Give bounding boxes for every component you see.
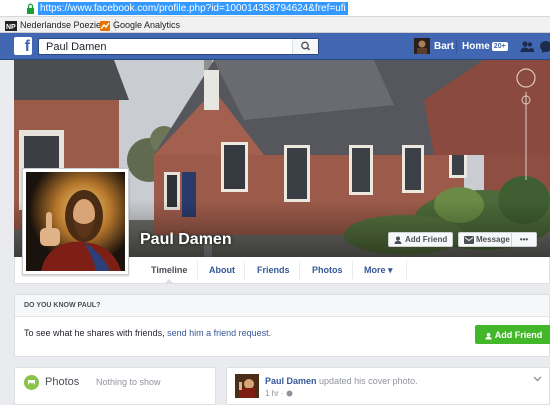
photos-icon bbox=[24, 375, 39, 390]
chevron-down-icon[interactable] bbox=[533, 376, 542, 382]
add-friend-icon bbox=[394, 236, 402, 244]
divider bbox=[352, 261, 353, 279]
friend-requests-icon[interactable] bbox=[520, 40, 534, 53]
bookmark-label: Nederlandse Poezie S bbox=[20, 20, 110, 30]
profile-name: Paul Damen bbox=[140, 231, 232, 248]
tab-timeline[interactable]: Timeline bbox=[151, 257, 187, 284]
avatar bbox=[414, 38, 430, 55]
bookmark-npp[interactable]: NP Nederlandse Poezie S bbox=[5, 19, 116, 31]
add-friend-green-label: Add Friend bbox=[494, 330, 543, 340]
photos-box: Photos Nothing to show bbox=[14, 367, 216, 405]
timeline-post: Paul Damen updated his cover photo. 1 hr… bbox=[226, 367, 550, 405]
prompt-text: To see what he shares with friends, bbox=[24, 328, 165, 338]
bookmarks-bar: NP Nederlandse Poezie S Google Analytics bbox=[0, 17, 550, 33]
divider bbox=[456, 40, 457, 54]
globe-icon bbox=[286, 390, 293, 397]
add-friend-green-button[interactable]: Add Friend bbox=[475, 325, 550, 344]
divider bbox=[197, 261, 198, 279]
tab-more[interactable]: More ▾ bbox=[364, 257, 393, 283]
add-friend-label: Add Friend bbox=[405, 235, 448, 244]
tab-friends[interactable]: Friends bbox=[257, 257, 290, 283]
facebook-top-bar: f Bart Home20+ bbox=[0, 33, 550, 60]
home-link[interactable]: Home 20+ bbox=[462, 38, 508, 55]
post-action: updated his cover photo. bbox=[319, 376, 418, 386]
search-input[interactable] bbox=[39, 39, 294, 54]
do-you-know-box: DO YOU KNOW PAUL? To see what he shares … bbox=[14, 294, 550, 357]
tab-photos[interactable]: Photos bbox=[312, 257, 343, 283]
add-friend-button[interactable]: Add Friend bbox=[388, 232, 454, 247]
messages-icon[interactable] bbox=[539, 40, 550, 53]
home-label: Home bbox=[462, 41, 490, 52]
do-you-know-heading: DO YOU KNOW PAUL? bbox=[15, 295, 549, 317]
divider bbox=[299, 261, 300, 279]
bookmark-analytics[interactable]: Google Analytics bbox=[100, 19, 180, 31]
friend-request-prompt: To see what he shares with friends, send… bbox=[24, 328, 271, 338]
more-options-button[interactable]: ••• bbox=[511, 232, 537, 247]
post-author[interactable]: Paul Damen bbox=[265, 376, 317, 386]
photos-subtitle: Nothing to show bbox=[96, 377, 161, 387]
home-badge: 20+ bbox=[491, 41, 508, 51]
profile-picture[interactable] bbox=[22, 168, 129, 275]
message-icon bbox=[464, 235, 474, 244]
search-box[interactable] bbox=[38, 38, 319, 55]
post-headline: Paul Damen updated his cover photo. bbox=[265, 376, 418, 386]
bookmark-label: Google Analytics bbox=[113, 20, 181, 30]
address-bar[interactable]: https://www.facebook.com/profile.php?id=… bbox=[0, 0, 550, 17]
add-friend-icon bbox=[485, 332, 492, 340]
search-button[interactable] bbox=[292, 39, 318, 54]
npp-icon: NP bbox=[5, 20, 17, 31]
search-icon bbox=[301, 41, 310, 51]
facebook-logo[interactable]: f bbox=[14, 37, 32, 55]
url-text[interactable]: https://www.facebook.com/profile.php?id=… bbox=[38, 2, 348, 15]
message-label: Message bbox=[476, 235, 510, 244]
profile-image bbox=[26, 172, 125, 271]
analytics-icon bbox=[100, 20, 110, 31]
send-friend-request-link[interactable]: send him a friend request. bbox=[167, 328, 271, 338]
divider bbox=[406, 261, 407, 279]
svg-text:NP: NP bbox=[6, 24, 16, 31]
message-button[interactable]: Message bbox=[458, 232, 516, 247]
user-name: Bart bbox=[434, 41, 455, 52]
post-avatar[interactable] bbox=[235, 374, 259, 398]
tab-about[interactable]: About bbox=[209, 257, 235, 283]
lock-icon bbox=[27, 3, 34, 14]
divider bbox=[244, 261, 245, 279]
photos-title[interactable]: Photos bbox=[45, 376, 79, 388]
user-profile-link[interactable]: Bart bbox=[414, 38, 454, 55]
post-meta: 1 hr · bbox=[265, 389, 293, 398]
post-time[interactable]: 1 hr · bbox=[265, 389, 284, 398]
